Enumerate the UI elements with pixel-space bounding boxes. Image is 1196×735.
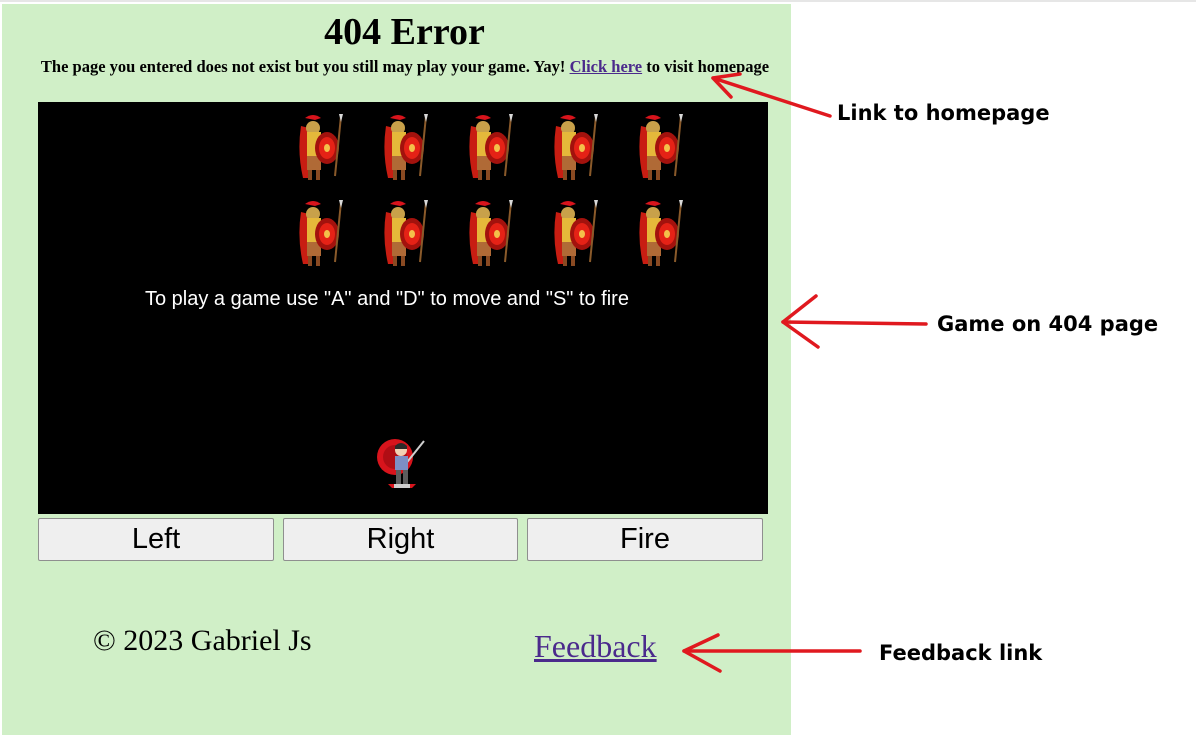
spartan-warrior-icon xyxy=(546,198,602,268)
left-button[interactable]: Left xyxy=(38,518,274,561)
annotation-game: Game on 404 page xyxy=(937,312,1159,336)
game-instructions: To play a game use "A" and "D" to move a… xyxy=(145,288,629,310)
spartan-warrior-icon xyxy=(461,112,517,182)
page-title: 404 Error xyxy=(324,11,485,53)
page-subtitle: The page you entered does not exist but … xyxy=(32,56,778,77)
spartan-warrior-icon xyxy=(291,198,347,268)
fire-button[interactable]: Fire xyxy=(527,518,763,561)
spartan-warrior-icon xyxy=(631,198,687,268)
spartan-warrior-icon xyxy=(631,112,687,182)
feedback-link[interactable]: Feedback xyxy=(534,628,657,665)
game-canvas[interactable]: To play a game use "A" and "D" to move a… xyxy=(38,102,768,514)
player-soldier-icon xyxy=(377,439,425,488)
top-border xyxy=(0,0,1196,2)
arrow-to-game-icon xyxy=(781,294,928,349)
subtitle-text-start: The page you entered does not exist but … xyxy=(40,57,570,76)
annotation-feedback-link: Feedback link xyxy=(879,641,1043,665)
subtitle-text-end: to visit homepage xyxy=(642,57,770,76)
homepage-link[interactable]: Click here xyxy=(570,57,643,76)
annotation-homepage-link: Link to homepage xyxy=(837,101,1050,125)
spartan-warrior-icon xyxy=(461,198,517,268)
spartan-warrior-icon xyxy=(546,112,602,182)
copyright-text: © 2023 Gabriel Js xyxy=(93,624,312,657)
right-button[interactable]: Right xyxy=(283,518,518,561)
spartan-warrior-icon xyxy=(376,112,432,182)
spartan-warrior-icon xyxy=(376,198,432,268)
spartan-warrior-icon xyxy=(291,112,347,182)
